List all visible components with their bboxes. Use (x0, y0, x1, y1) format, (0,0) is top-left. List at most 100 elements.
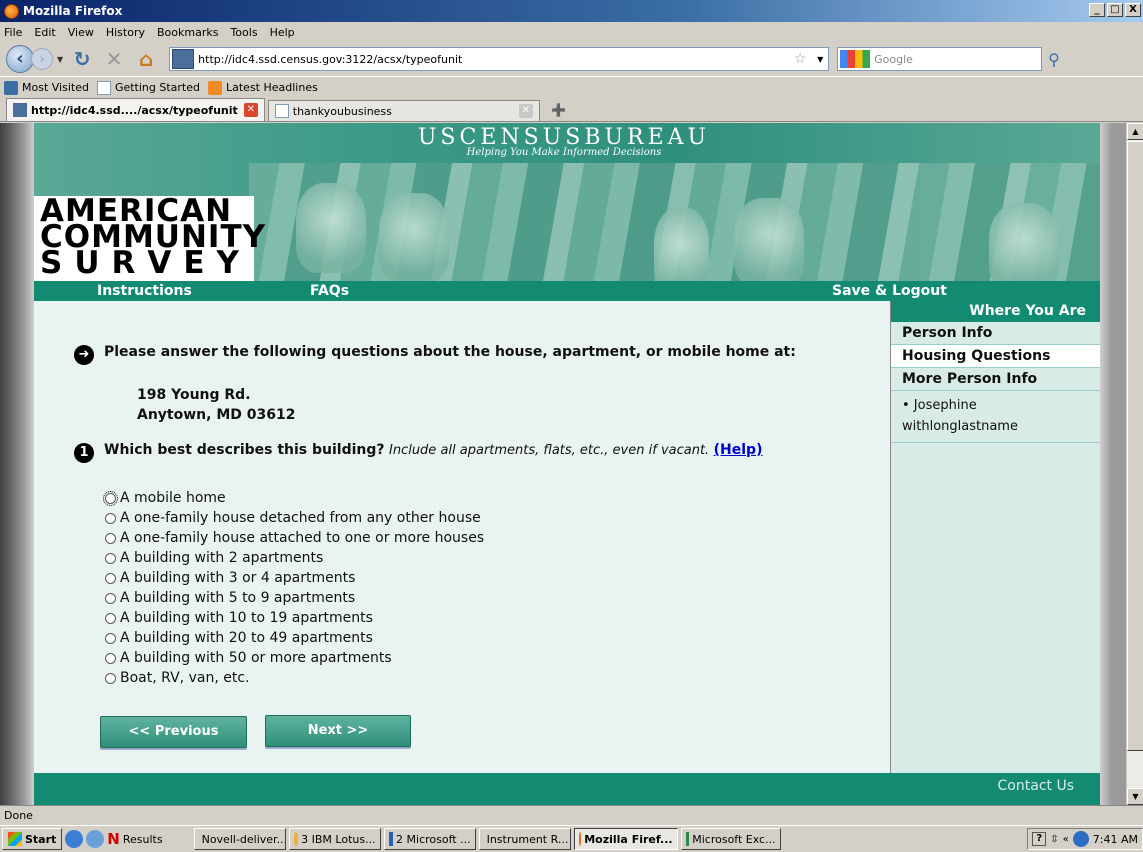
history-dropdown-icon[interactable]: ▼ (57, 55, 63, 64)
window-title: Mozilla Firefox (23, 4, 123, 18)
task-microsoft-excel[interactable]: Microsoft Exc... (680, 828, 781, 850)
acs-logo: AMERICAN COMMUNITY SURVEY (34, 196, 265, 281)
bookmark-label: Latest Headlines (226, 81, 318, 94)
url-bar[interactable]: http://idc4.ssd.census.gov:3122/acsx/typ… (169, 47, 830, 71)
sidebar-person[interactable]: • Josephine withlonglastname (891, 391, 1100, 437)
bookmark-most-visited[interactable]: Most Visited (4, 80, 89, 95)
radio-button[interactable] (105, 532, 116, 544)
sidebar-heading: Where You Are (891, 301, 1100, 322)
option-one-family-attached[interactable]: A one-family house attached to one or mo… (105, 528, 484, 548)
address: 198 Young Rd. Anytown, MD 03612 (137, 385, 295, 425)
excel-icon (685, 832, 690, 846)
option-10-19-apartments[interactable]: A building with 10 to 19 apartments (105, 608, 484, 628)
expand-tray-icon[interactable]: « (1063, 834, 1069, 845)
option-2-apartments[interactable]: A building with 2 apartments (105, 548, 484, 568)
close-tab-icon[interactable]: ✕ (518, 104, 533, 118)
banner-face (654, 208, 709, 281)
option-20-49-apartments[interactable]: A building with 20 to 49 apartments (105, 628, 484, 648)
quicklaunch-icon[interactable] (86, 830, 105, 848)
menu-view[interactable]: View (68, 26, 94, 39)
person-name-line: • Josephine (902, 398, 977, 413)
option-mobile-home[interactable]: A mobile home (103, 488, 484, 508)
network-tray-icon[interactable] (1072, 831, 1089, 847)
save-logout-link[interactable]: Save & Logout (832, 283, 947, 299)
bookmark-star-icon[interactable]: ☆ (788, 51, 812, 67)
tab-typeofunit[interactable]: http://idc4.ssd..../acsx/typeofunit ✕ (6, 98, 265, 121)
radio-button[interactable] (105, 512, 116, 524)
start-button[interactable]: Start (2, 828, 63, 850)
scroll-up-icon[interactable]: ▲ (1127, 123, 1143, 140)
menu-bookmarks[interactable]: Bookmarks (157, 26, 218, 39)
scroll-down-icon[interactable]: ▼ (1127, 788, 1143, 805)
tab-thankyoubusiness[interactable]: thankyoubusiness ✕ (267, 100, 540, 121)
search-box[interactable]: Google (837, 47, 1043, 71)
task-lotus[interactable]: 3 IBM Lotus... (288, 828, 381, 850)
previous-button[interactable]: << Previous (100, 716, 247, 748)
instructions-link[interactable]: Instructions (97, 283, 192, 299)
search-icon[interactable]: ⚲ (1048, 50, 1060, 69)
task-instrument[interactable]: Instrument R... (478, 828, 571, 850)
radio-button[interactable] (105, 552, 116, 564)
option-boat-rv-van[interactable]: Boat, RV, van, etc. (105, 668, 484, 688)
option-label: A building with 3 or 4 apartments (120, 570, 356, 586)
window-titlebar: Mozilla Firefox _ □ X (0, 0, 1143, 22)
back-button[interactable]: ‹ (6, 45, 34, 73)
reload-icon[interactable]: ↻ (69, 46, 95, 72)
stop-icon[interactable]: ✕ (101, 46, 127, 72)
option-5-9-apartments[interactable]: A building with 5 to 9 apartments (105, 588, 484, 608)
acs-page: USCENSUSBUREAU Helping You Make Informed… (34, 123, 1100, 805)
url-text[interactable]: http://idc4.ssd.census.gov:3122/acsx/typ… (198, 53, 788, 66)
menu-tools[interactable]: Tools (230, 26, 257, 39)
restore-tray-icon[interactable]: ⇳ (1050, 834, 1058, 845)
option-label: A one-family house detached from any oth… (120, 510, 481, 526)
next-button[interactable]: Next >> (265, 715, 411, 747)
help-tray-icon[interactable]: ? (1032, 832, 1047, 846)
close-tab-icon[interactable]: ✕ (243, 103, 258, 117)
new-tab-icon[interactable]: ➕ (549, 103, 569, 121)
maximize-button[interactable]: □ (1107, 3, 1123, 17)
firefox-icon (578, 832, 582, 846)
option-one-family-detached[interactable]: A one-family house detached from any oth… (105, 508, 484, 528)
search-engine-icon[interactable] (840, 50, 871, 68)
help-link[interactable]: (Help) (714, 442, 763, 458)
address-line-2: Anytown, MD 03612 (137, 407, 296, 423)
results-item[interactable]: N Results (107, 830, 162, 848)
scroll-thumb[interactable] (1127, 141, 1143, 751)
radio-button[interactable] (105, 652, 116, 664)
faqs-link[interactable]: FAQs (310, 283, 349, 299)
task-microsoft-word[interactable]: 2 Microsoft ... (383, 828, 476, 850)
sidebar-item-housing-questions[interactable]: Housing Questions (891, 345, 1100, 368)
menu-help[interactable]: Help (270, 26, 295, 39)
option-3-4-apartments[interactable]: A building with 3 or 4 apartments (105, 568, 484, 588)
search-input[interactable]: Google (874, 53, 913, 66)
radio-button[interactable] (105, 672, 116, 684)
banner-face (379, 193, 449, 281)
task-firefox[interactable]: Mozilla Firef... (573, 828, 678, 850)
option-50-plus-apartments[interactable]: A building with 50 or more apartments (105, 648, 484, 668)
menu-edit[interactable]: Edit (34, 26, 55, 39)
internet-explorer-icon[interactable] (65, 830, 84, 848)
site-identity-icon[interactable] (172, 49, 195, 69)
bookmark-getting-started[interactable]: Getting Started (96, 80, 200, 95)
bookmark-latest-headlines[interactable]: Latest Headlines (208, 80, 318, 95)
radio-button[interactable] (105, 592, 116, 604)
option-label: A mobile home (120, 490, 226, 506)
home-icon[interactable]: ⌂ (133, 46, 159, 72)
url-dropdown-icon[interactable]: ▼ (812, 55, 828, 64)
radio-button[interactable] (105, 632, 116, 644)
vertical-scrollbar[interactable]: ▲ ▼ (1126, 123, 1143, 805)
menu-file[interactable]: File (4, 26, 22, 39)
radio-button[interactable] (103, 490, 118, 506)
task-novell[interactable]: Novell-deliver... (193, 828, 286, 850)
minimize-button[interactable]: _ (1089, 3, 1105, 17)
sidebar-item-more-person-info[interactable]: More Person Info (891, 368, 1100, 391)
menu-history[interactable]: History (106, 26, 145, 39)
task-label: Microsoft Exc... (692, 832, 776, 846)
close-button[interactable]: X (1125, 3, 1141, 17)
sidebar-item-person-info[interactable]: Person Info (891, 322, 1100, 345)
radio-button[interactable] (105, 612, 116, 624)
forward-button[interactable]: › (31, 48, 53, 70)
option-label: A building with 50 or more apartments (120, 650, 392, 666)
contact-us-link[interactable]: Contact Us (998, 778, 1074, 794)
radio-button[interactable] (105, 572, 116, 584)
